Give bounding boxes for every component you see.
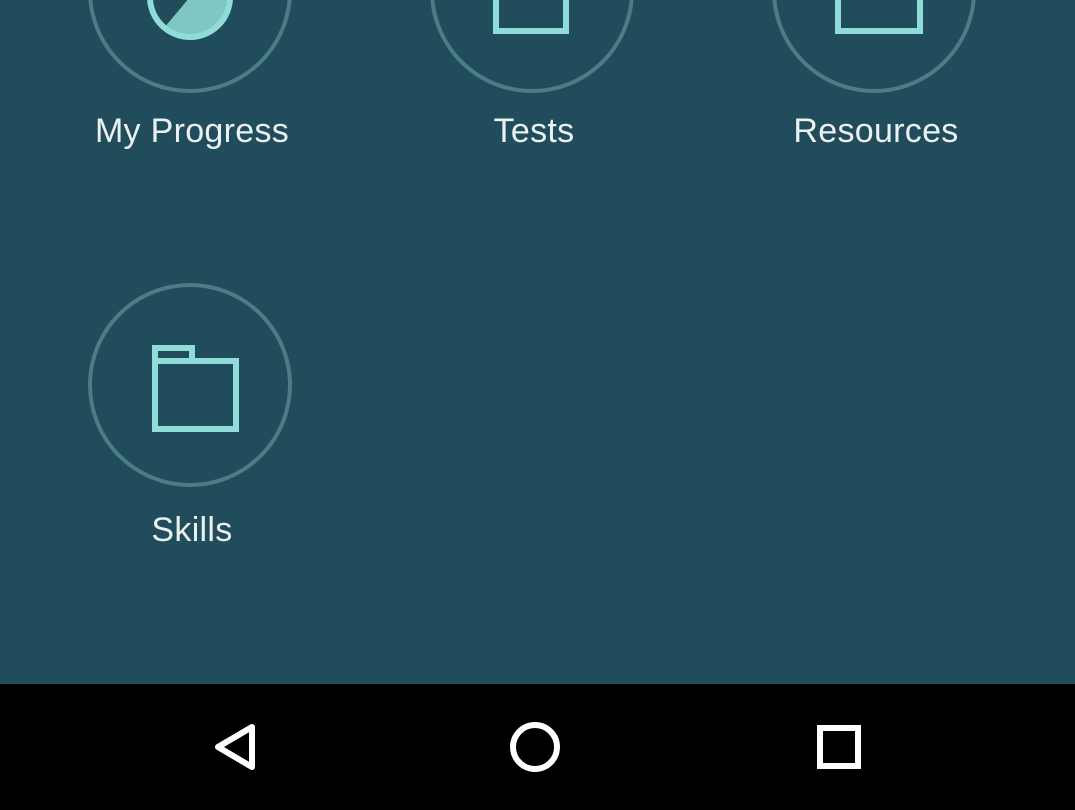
folder-icon — [152, 345, 239, 432]
menu-item-label: My Progress — [94, 112, 290, 150]
recents-button[interactable] — [794, 706, 884, 788]
back-button[interactable] — [188, 706, 278, 788]
home-button[interactable] — [490, 706, 580, 788]
home-icon — [510, 722, 560, 772]
resources-circle — [772, 0, 976, 93]
system-navigation-bar — [0, 684, 1075, 810]
box-icon — [835, 0, 923, 34]
recents-icon — [817, 725, 861, 769]
skills-circle — [88, 283, 292, 487]
app-screen: My Progress Tests Resources Skills — [0, 0, 1075, 810]
back-icon — [215, 724, 255, 770]
my-progress-circle — [88, 0, 292, 93]
menu-item-label: Resources — [793, 112, 959, 150]
main-menu: My Progress Tests Resources Skills — [0, 0, 1075, 684]
pie-chart-icon — [147, 0, 233, 40]
menu-item-label: Skills — [151, 511, 233, 549]
documents-icon — [493, 0, 569, 34]
menu-item-label: Tests — [493, 112, 575, 150]
tests-circle — [430, 0, 634, 93]
